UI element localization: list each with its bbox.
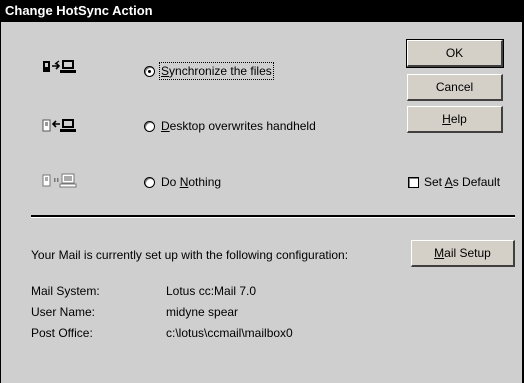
set-as-default-label: Set As Default <box>424 175 501 189</box>
option-label-desktop-overwrites: Desktop overwrites handheld <box>161 119 316 133</box>
desktop-to-handheld-icon <box>42 119 76 132</box>
radio-button-desktop-overwrites[interactable] <box>144 120 155 132</box>
user-name-label: User Name: <box>31 305 96 319</box>
set-as-default-checkbox-row[interactable]: Set As Default <box>408 175 500 189</box>
mail-configuration-intro: Your Mail is currently set up with the f… <box>31 248 349 262</box>
radio-button-do-nothing[interactable] <box>144 176 155 188</box>
option-label-synchronize: Synchronize the files <box>159 62 274 80</box>
mail-system-label: Mail System: <box>31 284 100 298</box>
post-office-value: c:\lotus\ccmail\mailbox0 <box>166 326 293 340</box>
mail-system-value: Lotus cc:Mail 7.0 <box>166 284 257 298</box>
dialog-title: Change HotSync Action <box>0 0 524 22</box>
change-hotsync-action-dialog: Change HotSync Action Synchronize the fi… <box>0 0 524 383</box>
set-as-default-checkbox[interactable] <box>408 176 419 188</box>
cancel-button[interactable]: Cancel <box>407 74 503 101</box>
help-button[interactable]: Help <box>407 106 503 133</box>
option-label-do-nothing: Do Nothing <box>161 175 222 189</box>
section-divider-highlight <box>31 217 515 218</box>
post-office-label: Post Office: <box>31 326 93 340</box>
user-name-value: midyne spear <box>166 305 239 319</box>
mail-setup-button[interactable]: Mail Setup <box>411 240 515 267</box>
ok-button[interactable]: OK <box>406 39 504 68</box>
option-do-nothing[interactable]: Do Nothing <box>144 175 221 189</box>
dialog-frame-left <box>0 22 1 383</box>
option-desktop-overwrites-handheld[interactable]: Desktop overwrites handheld <box>144 119 316 133</box>
radio-button-synchronize[interactable] <box>144 65 155 77</box>
sync-both-ways-icon <box>43 60 76 73</box>
option-synchronize-files[interactable]: Synchronize the files <box>144 62 274 80</box>
do-nothing-icon <box>42 173 77 188</box>
